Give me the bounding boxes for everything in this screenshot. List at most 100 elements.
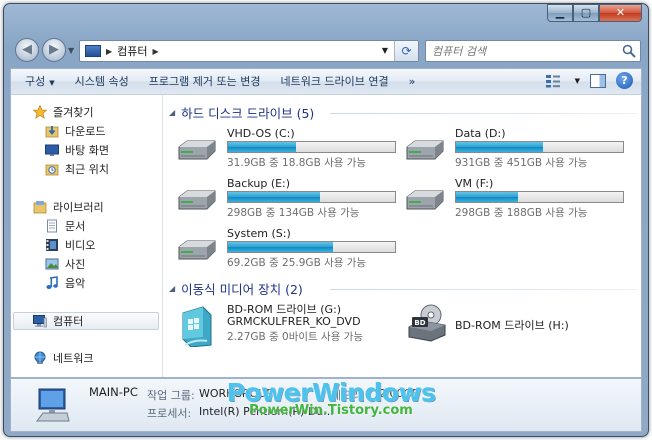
music-note-icon: [46, 276, 58, 289]
pictures-icon: [45, 258, 59, 270]
removable-drive-g[interactable]: BD-ROM 드라이브 (G:) GRMCKULFRER_KO_DVD 2.27…: [177, 301, 397, 349]
drive-tile[interactable]: VM (F:) 298GB 중 188GB 사용 가능: [405, 177, 625, 221]
drive-free-space: 69.2GB 중 25.9GB 사용 가능: [227, 257, 367, 269]
group-header-label: 이동식 미디어 장치 (2): [181, 282, 303, 297]
drive-free-space: 298GB 중 188GB 사용 가능: [455, 207, 588, 219]
dvd-install-disc-icon: [182, 306, 212, 347]
explorer-window: ▁ ▢ ✕ ◀ ▶ ▼ ▶ 컴퓨터 ▶ ▼ ⟳ 구성▼ 시스템 속성 프로그램 …: [3, 3, 649, 437]
downloads-folder-icon: [45, 126, 59, 138]
sidebar-item-label: 바탕 화면: [65, 144, 109, 157]
sidebar-item-label: 네트워크: [53, 352, 94, 365]
drive-usage-bar: [455, 141, 624, 153]
hard-drive-icon: [406, 190, 444, 210]
workgroup-label: 작업 그룹:: [147, 389, 195, 402]
search-box[interactable]: [425, 40, 641, 62]
breadcrumb-separator-icon[interactable]: ▶: [106, 47, 112, 56]
drive-usage-bar: [227, 191, 396, 203]
view-options-icon[interactable]: [545, 74, 561, 88]
refresh-button[interactable]: ⟳: [394, 41, 418, 61]
address-bar[interactable]: ▶ 컴퓨터 ▶ ▼ ⟳: [79, 40, 419, 62]
forward-button[interactable]: ▶: [42, 38, 66, 62]
system-properties-button[interactable]: 시스템 속성: [65, 70, 139, 94]
libraries-icon: [33, 201, 47, 214]
recent-places-icon: [45, 164, 59, 176]
collapse-triangle-icon: ◢: [169, 108, 176, 117]
drive-usage-bar: [227, 241, 396, 253]
navigation-bar: ◀ ▶ ▼ ▶ 컴퓨터 ▶ ▼ ⟳: [4, 34, 648, 66]
drive-tile[interactable]: VHD-OS (C:) 31.9GB 중 18.8GB 사용 가능: [177, 127, 397, 171]
close-button[interactable]: ✕: [599, 4, 642, 22]
removable-drive-h[interactable]: BD BD-ROM 드라이브 (H:): [405, 301, 625, 349]
hard-disks-group-header[interactable]: ◢ 하드 디스크 드라이브 (5): [169, 103, 314, 122]
view-controls: ▼ ?: [545, 72, 633, 89]
star-icon: [33, 105, 47, 119]
uninstall-program-button[interactable]: 프로그램 제거 또는 변경: [139, 70, 271, 94]
search-icon[interactable]: [622, 44, 636, 58]
search-input[interactable]: [426, 41, 606, 61]
content-area: 즐겨찾기 다운로드 바탕 화면 최근 위치 라이브러리 문서 비디오 사진 음악…: [10, 94, 642, 378]
documents-icon: [47, 219, 57, 233]
drive-usage-fill: [456, 192, 518, 202]
removable-drive-name: BD-ROM 드라이브 (H:): [455, 319, 569, 332]
network-icon: [34, 351, 46, 364]
group-divider: [330, 289, 638, 290]
sidebar-item-favorites[interactable]: 즐겨찾기: [33, 103, 93, 121]
sidebar-item-downloads[interactable]: 다운로드: [45, 122, 105, 140]
drive-free-space: 931GB 중 451GB 사용 가능: [455, 157, 588, 169]
sidebar-item-music[interactable]: 음악: [45, 274, 85, 292]
breadcrumb-computer[interactable]: 컴퓨터: [117, 43, 147, 59]
drive-usage-bar: [455, 191, 624, 203]
sidebar-item-label: 라이브러리: [53, 201, 104, 214]
computer-icon: [36, 388, 70, 422]
organize-menu[interactable]: 구성 ▼: [11, 70, 65, 94]
computer-icon: [33, 315, 47, 328]
preview-pane-icon[interactable]: [590, 73, 606, 88]
back-button[interactable]: ◀: [15, 38, 39, 62]
sidebar-item-computer[interactable]: 컴퓨터: [13, 312, 159, 330]
view-dropdown-icon[interactable]: ▼: [575, 77, 580, 85]
drive-usage-fill: [228, 142, 297, 152]
drive-name: VM (F:): [455, 177, 494, 190]
removable-group-header[interactable]: ◢ 이동식 미디어 장치 (2): [169, 279, 303, 298]
computer-icon: [85, 45, 101, 57]
removable-drive-volume-label: GRMCKULFRER_KO_DVD: [227, 315, 361, 328]
group-header-label: 하드 디스크 드라이브 (5): [181, 106, 315, 121]
hard-drive-icon: [406, 140, 444, 160]
hard-drive-icon: [178, 190, 216, 210]
recent-pages-dropdown-icon[interactable]: ▼: [68, 46, 74, 55]
sidebar-item-recent-places[interactable]: 최근 위치: [45, 160, 109, 178]
minimize-button[interactable]: ▁: [547, 4, 573, 22]
videos-icon: [46, 239, 58, 251]
command-bar: 구성 ▼ 시스템 속성 프로그램 제거 또는 변경 네트워크 드라이브 연결 » …: [10, 68, 642, 94]
sidebar-item-label: 다운로드: [65, 125, 106, 138]
drive-tile[interactable]: Backup (E:) 298GB 중 134GB 사용 가능: [177, 177, 397, 221]
sidebar-item-network[interactable]: 네트워크: [33, 349, 93, 367]
breadcrumb-chevron-icon[interactable]: ▶: [153, 47, 159, 56]
drive-usage-fill: [456, 142, 543, 152]
sidebar-item-label: 비디오: [65, 239, 96, 252]
bd-rom-drive-icon: BD: [408, 304, 446, 342]
drive-usage-fill: [228, 242, 334, 252]
map-network-drive-button[interactable]: 네트워크 드라이브 연결: [270, 70, 398, 94]
drive-usage-fill: [228, 192, 320, 202]
processor-label: 프로세서:: [147, 407, 192, 420]
watermark-subtitle: PowerWin.Tistory.com: [249, 403, 413, 418]
sidebar-item-label: 음악: [65, 277, 86, 290]
bd-badge: BD: [414, 319, 425, 327]
help-icon[interactable]: ?: [616, 72, 633, 89]
address-dropdown-icon[interactable]: ▼: [382, 46, 388, 55]
drive-tile[interactable]: System (S:) 69.2GB 중 25.9GB 사용 가능: [177, 227, 397, 271]
sidebar-item-videos[interactable]: 비디오: [45, 236, 95, 254]
drive-name: Data (D:): [455, 127, 506, 140]
sidebar-item-pictures[interactable]: 사진: [45, 255, 85, 273]
drive-tile[interactable]: Data (D:) 931GB 중 451GB 사용 가능: [405, 127, 625, 171]
sidebar-item-libraries[interactable]: 라이브러리: [33, 198, 104, 216]
sidebar-item-documents[interactable]: 문서: [45, 217, 85, 235]
maximize-button[interactable]: ▢: [573, 4, 599, 22]
sidebar-item-label: 사진: [65, 258, 86, 271]
drives-view: ◢ 하드 디스크 드라이브 (5) VHD-OS (C:) 31.9GB 중 18…: [164, 95, 641, 377]
sidebar-item-desktop[interactable]: 바탕 화면: [45, 141, 109, 159]
desktop-icon: [45, 144, 59, 156]
more-commands-button[interactable]: »: [399, 70, 426, 94]
drive-free-space: 31.9GB 중 18.8GB 사용 가능: [227, 157, 367, 169]
